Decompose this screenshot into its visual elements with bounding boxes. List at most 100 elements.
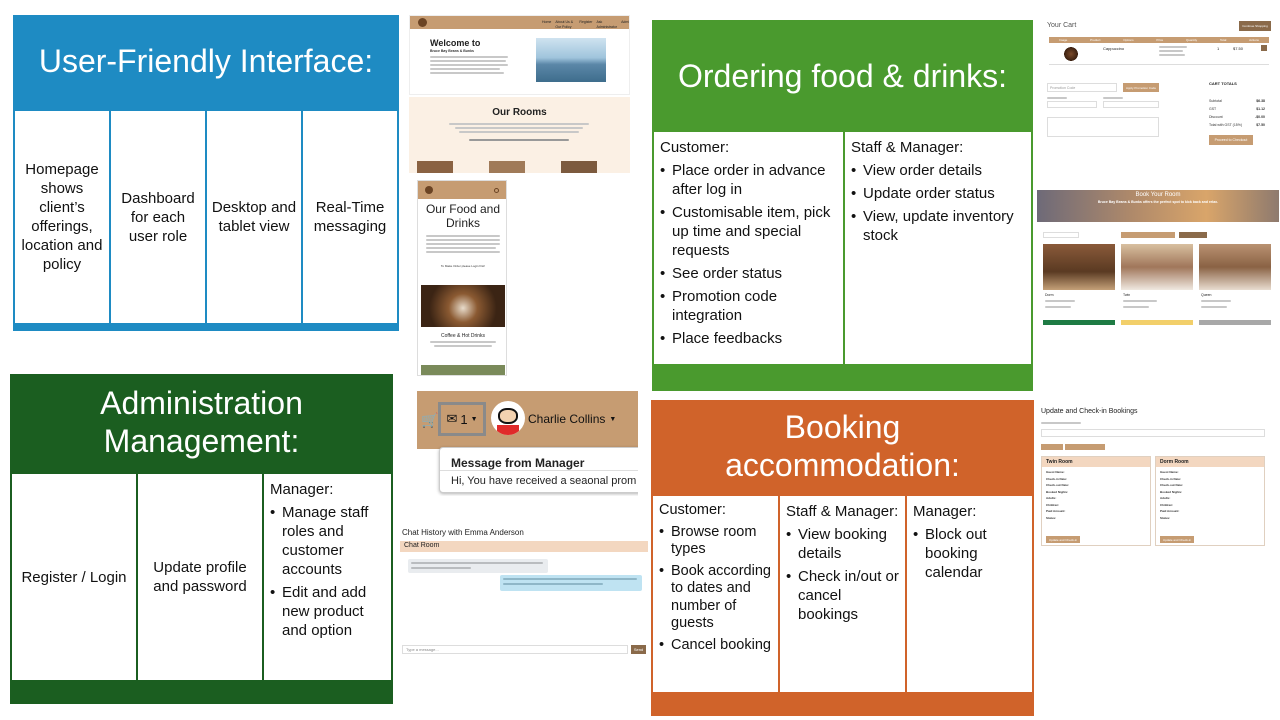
- cart-totals-title: CART TOTALS: [1209, 81, 1237, 86]
- ordering-staff-list: View order details Update order status V…: [851, 161, 1025, 245]
- booking-manager-list: Block out booking calendar: [913, 525, 1026, 582]
- apply-promo-button[interactable]: Apply Promotion Code: [1123, 83, 1159, 92]
- filter-button[interactable]: [1065, 444, 1105, 450]
- checkin-screenshot: Update and Check-in Bookings Twin Room G…: [1037, 400, 1275, 550]
- book-button-dorm[interactable]: [1043, 320, 1115, 325]
- caret-down-icon: ▼: [609, 415, 617, 423]
- book-room-hero: Book Your Room Bruce Bay Beans & Bunks o…: [1037, 190, 1279, 222]
- avatar[interactable]: [491, 401, 525, 435]
- caret-down-icon: ▼: [470, 415, 478, 423]
- promo-placeholder: Promotion Code: [1050, 86, 1076, 90]
- message-dropdown-button[interactable]: ✉ 1 ▼: [438, 402, 486, 436]
- filter-button[interactable]: [1041, 444, 1063, 450]
- cart-item-name: Cappuccino: [1103, 46, 1125, 51]
- list-item: Browse room types: [659, 524, 772, 559]
- room-photo-queen: [1199, 244, 1271, 290]
- coffee-cup-icon: [1063, 46, 1079, 62]
- room-name: Twin: [1123, 293, 1131, 297]
- chat-bubble-manager: [500, 575, 642, 591]
- cart-item-total: $7.50: [1233, 46, 1244, 51]
- ordering-feature-title: Ordering food & drinks:: [677, 58, 1008, 94]
- promo-input[interactable]: Promotion Code: [1047, 83, 1117, 92]
- ordering-staff-heading: Staff & Manager:: [851, 139, 964, 156]
- list-item: Place order in advance after log in: [660, 161, 837, 199]
- book-room-title: Book Your Room: [1135, 192, 1181, 198]
- chat-title: Chat History with Emma Anderson: [402, 528, 524, 537]
- chat-input[interactable]: Type a message...: [402, 645, 628, 654]
- booking-title-line2: accommodation:: [725, 447, 960, 483]
- ui-feature-panel: User-Friendly Interface: Homepage shows …: [13, 15, 399, 331]
- message-popup[interactable]: Message from Manager Hi, You have receiv…: [439, 447, 638, 493]
- ui-cell-homepage: Homepage shows client’s offerings, locat…: [15, 111, 109, 323]
- coffee-logo-icon: [418, 18, 427, 27]
- welcome-subheading: Bruce Bay Beans & Bunks: [430, 49, 474, 53]
- field-label: Status:: [1160, 515, 1171, 520]
- room-thumb: [417, 161, 453, 173]
- special-requests-input[interactable]: [1047, 117, 1159, 137]
- food-card-label: Coffee & Hot Drinks: [440, 333, 486, 339]
- admin-manager-heading: Manager:: [270, 481, 334, 498]
- total-label: Total with GST (15%): [1209, 123, 1243, 127]
- nav-link-about[interactable]: About Us & Our Policy: [555, 20, 575, 30]
- chat-room-label: Chat Room: [404, 542, 440, 549]
- booking-date-select[interactable]: [1041, 429, 1265, 437]
- booking-fields: Guest Name: Check-in Date: Check-out Dat…: [1156, 467, 1264, 523]
- nav-link-home[interactable]: Home: [542, 20, 551, 30]
- our-rooms-heading: Our Rooms: [492, 107, 547, 118]
- trash-icon[interactable]: [1261, 45, 1267, 51]
- search-button[interactable]: [1179, 232, 1207, 238]
- list-item: View order details: [851, 161, 1025, 180]
- book-button-twin[interactable]: [1121, 320, 1193, 325]
- coffee-logo-icon: [425, 186, 433, 194]
- pickup-time-input[interactable]: [1103, 101, 1159, 108]
- welcome-nav: Home About Us & Our Policy Register Ask …: [542, 20, 629, 30]
- cart-totals: Subtotal $6.38 GST $1.12 Discount -$0.00 To…: [1209, 97, 1265, 129]
- user-menu[interactable]: Charlie Collins ▼: [528, 412, 616, 426]
- room-name: Queen: [1201, 293, 1212, 297]
- booking-manager-heading: Manager:: [913, 503, 977, 520]
- chat-room-header: Chat Room: [400, 541, 648, 552]
- checkin-title: Update and Check-in Bookings: [1041, 408, 1138, 415]
- cart-icon[interactable]: 🛒: [421, 412, 438, 429]
- room-name: Dorm: [1045, 293, 1054, 297]
- continue-shopping-button[interactable]: Continue Shopping: [1239, 21, 1271, 31]
- envelope-icon: ✉: [446, 411, 458, 426]
- nav-link-register[interactable]: Register: [579, 20, 592, 30]
- nav-link-ask[interactable]: Ask Administrator: [596, 20, 617, 30]
- update-checkin-button[interactable]: Update and Check-in: [1046, 536, 1080, 543]
- booking-fields: Guest Name: Check-in Date: Check-out Dat…: [1042, 467, 1150, 523]
- total-value: $1.12: [1256, 107, 1265, 111]
- admin-feature-cells: Register / Login Update profile and pass…: [12, 474, 391, 680]
- list-item: See order status: [660, 264, 837, 283]
- ordering-customer-list: Place order in advance after log in Cust…: [660, 161, 837, 348]
- total-label: GST: [1209, 107, 1217, 111]
- guests-select[interactable]: [1121, 232, 1175, 238]
- list-item: Update order status: [851, 184, 1025, 203]
- booking-card-header: Twin Room: [1042, 457, 1150, 467]
- ui-cell-dashboard: Dashboard for each user role: [111, 111, 205, 323]
- list-item: View, update inventory stock: [851, 207, 1025, 245]
- pickup-date-input[interactable]: [1047, 101, 1097, 108]
- update-checkin-button[interactable]: Update and Check-in: [1160, 536, 1194, 543]
- ordering-feature-cells: Customer: Place order in advance after l…: [654, 132, 1031, 364]
- chat-send-button[interactable]: Send: [631, 645, 646, 654]
- field-label: Status:: [1046, 515, 1057, 520]
- ui-cell-messaging: Real-Time messaging: [303, 111, 397, 323]
- nav-link-admin[interactable]: Admin: [621, 20, 629, 30]
- food-order-note: To Make Order please Login first!: [440, 264, 486, 268]
- ui-feature-title: User-Friendly Interface:: [38, 43, 374, 79]
- check-dates-input[interactable]: [1043, 232, 1079, 238]
- menu-toggle-icon[interactable]: [494, 188, 499, 193]
- ordering-customer-heading: Customer:: [660, 139, 730, 156]
- food-navbar: [418, 181, 506, 199]
- room-thumb: [489, 161, 525, 173]
- booking-customer-heading: Customer:: [659, 502, 726, 518]
- checkout-button[interactable]: Proceed to Checkout: [1209, 135, 1253, 145]
- booking-staff-list: View booking details Check in/out or can…: [786, 525, 899, 624]
- book-button-queen[interactable]: [1199, 320, 1271, 325]
- list-item: Customisable item, pick up time and spec…: [660, 203, 837, 260]
- food-heading: Our Food and Drinks: [425, 202, 501, 230]
- admin-cell-register-login: Register / Login: [12, 474, 136, 680]
- welcome-heading: Welcome to: [430, 38, 481, 48]
- list-item: Edit and add new product and option: [270, 583, 385, 640]
